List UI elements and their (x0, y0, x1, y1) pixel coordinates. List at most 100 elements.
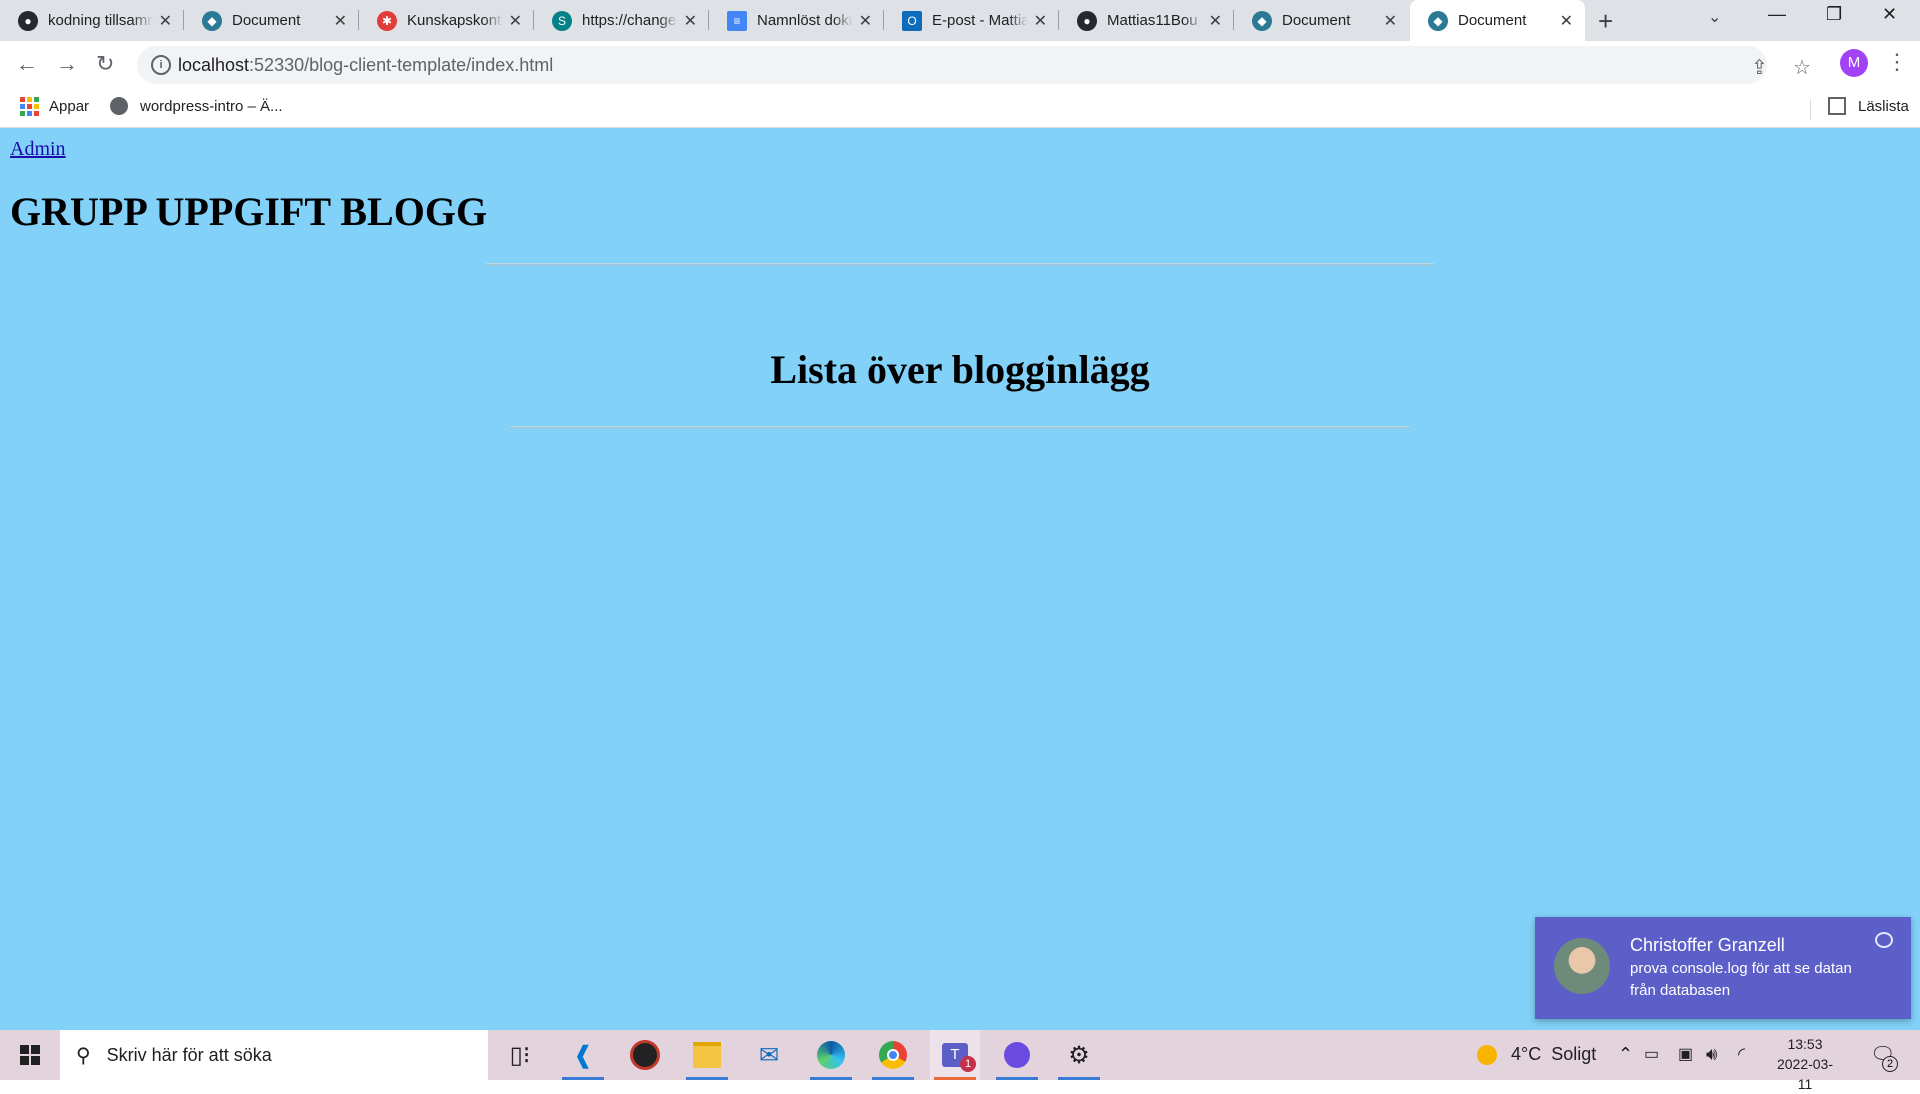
github-icon: ● (18, 10, 38, 31)
tab-label: Document (1282, 12, 1351, 29)
tab-label: Document (232, 12, 301, 29)
divider (510, 426, 1410, 429)
tab-kunskapskontroll[interactable]: ✱ Kunskapskontroll ✕ (359, 0, 534, 41)
tab-document-2[interactable]: ◆ Document ✕ (1234, 0, 1409, 41)
minimize-button[interactable]: — (1768, 4, 1786, 25)
edge-icon[interactable] (806, 1030, 856, 1080)
reload-button[interactable]: ↻ (96, 51, 114, 77)
meet-now-icon[interactable]: ▣ (1678, 1044, 1693, 1064)
forward-button[interactable]: → (56, 51, 78, 77)
profile-avatar[interactable]: M (1840, 49, 1868, 77)
close-icon[interactable]: ✕ (509, 11, 522, 31)
bookmark-label: wordpress-intro – Ä... (140, 97, 283, 115)
sharepoint-icon: S (552, 10, 572, 31)
chevron-down-icon[interactable]: ⌄ (1708, 7, 1721, 27)
tab-mattias11bou[interactable]: ● Mattias11Bou ✕ (1059, 0, 1234, 41)
search-icon: ⚲ (76, 1044, 91, 1067)
file-explorer-icon[interactable] (682, 1030, 732, 1080)
avatar (1554, 938, 1610, 994)
toast-message: prova console.log för att se datan från … (1630, 960, 1852, 999)
wifi-icon[interactable]: ◜ (1738, 1044, 1745, 1065)
close-window-button[interactable]: ✕ (1882, 4, 1897, 25)
toast-sender: Christoffer Granzell (1630, 935, 1785, 955)
vscode-live-icon: ◆ (202, 10, 222, 31)
url-path: :52330/blog-client-template/index.html (249, 55, 554, 75)
close-icon[interactable]: ✕ (334, 11, 347, 31)
divider (486, 263, 1434, 266)
app-moon-icon[interactable] (992, 1030, 1042, 1080)
tab-document-active[interactable]: ◆ Document ✕ (1410, 0, 1585, 41)
task-view-icon[interactable]: ▯⁝ (495, 1030, 545, 1080)
apps-grid-icon (20, 97, 39, 116)
page-content: Admin GRUPP UPPGIFT BLOGG Lista över blo… (0, 128, 1920, 1030)
tab-epost[interactable]: O E-post - Mattias ✕ (884, 0, 1059, 41)
tab-label: Mattias11Bou (1107, 12, 1198, 29)
windows-start-icon[interactable] (20, 1045, 40, 1065)
tab-label: https://change (582, 12, 677, 29)
weather-temp: 4°C (1511, 1044, 1542, 1064)
teams-icon[interactable]: T 1 (930, 1030, 980, 1080)
back-button[interactable]: ← (16, 51, 38, 77)
bookmark-star-icon[interactable]: ☆ (1793, 55, 1811, 80)
close-icon[interactable]: ✕ (1034, 11, 1047, 31)
tab-document-1[interactable]: ◆ Document ✕ (184, 0, 359, 41)
tab-label: Kunskapskontroll (407, 12, 503, 29)
weather-widget[interactable]: 4°C Soligt (1477, 1044, 1596, 1065)
reading-list-icon (1828, 97, 1846, 115)
close-icon[interactable]: ✕ (1209, 11, 1222, 31)
close-icon[interactable]: ✕ (1560, 11, 1573, 31)
clock-date: 2022-03-11 (1776, 1056, 1834, 1092)
address-bar[interactable]: i localhost:52330/blog-client-template/i… (137, 46, 1811, 84)
tab-kodning[interactable]: ● kodning tillsammans ✕ (0, 0, 184, 41)
vscode-live-icon: ◆ (1428, 10, 1448, 31)
close-icon[interactable]: ✕ (1384, 11, 1397, 31)
tab-strip: ● kodning tillsammans ✕ ◆ Document ✕ ✱ K… (0, 0, 1920, 41)
chrome-icon[interactable] (868, 1030, 918, 1080)
taskbar: ⚲ Skriv här för att söka ▯⁝ ❰ ✉ T 1 ⚙ 4°… (0, 1030, 1920, 1092)
tab-label: kodning tillsammans (48, 12, 153, 29)
tab-label: Document (1458, 12, 1527, 29)
bookmark-wordpress-intro[interactable]: wordpress-intro – Ä... (110, 97, 283, 115)
mail-icon[interactable]: ✉ (744, 1030, 794, 1080)
github-icon: ● (1077, 10, 1097, 31)
asus-app-icon[interactable] (620, 1030, 670, 1080)
system-clock[interactable]: 13:53 2022-03-11 (1770, 1034, 1840, 1094)
chat-icon[interactable] (1875, 932, 1893, 948)
weather-condition: Soligt (1551, 1044, 1597, 1064)
admin-link[interactable]: Admin (10, 138, 66, 161)
share-icon[interactable]: ⇪ (1751, 55, 1768, 80)
browser-toolbar: ← → ↻ i localhost:52330/blog-client-temp… (0, 41, 1920, 89)
vscode-icon[interactable]: ❰ (558, 1030, 608, 1080)
url-host: localhost (178, 55, 250, 75)
site-info-icon[interactable]: i (151, 55, 171, 75)
settings-gear-icon[interactable]: ⚙ (1054, 1030, 1104, 1080)
restore-button[interactable]: ❐ (1826, 4, 1842, 25)
reading-list-button[interactable]: Läslista (1828, 97, 1909, 115)
globe-icon (110, 97, 128, 115)
bookmark-apps[interactable]: Appar (20, 97, 89, 116)
google-docs-icon: ≡ (727, 10, 747, 31)
notification-count-badge: 2 (1882, 1056, 1898, 1072)
tab-label: Namnlöst dokument (757, 12, 853, 29)
url-text[interactable]: localhost:52330/blog-client-template/ind… (178, 55, 553, 76)
close-icon[interactable]: ✕ (684, 11, 697, 31)
reading-list-label: Läslista (1858, 97, 1909, 115)
bookmark-label: Appar (49, 98, 90, 115)
tab-namnlost-dokument[interactable]: ≡ Namnlöst dokument ✕ (709, 0, 884, 41)
menu-icon[interactable]: ⋮ (1886, 49, 1908, 75)
close-icon[interactable]: ✕ (859, 11, 872, 31)
clock-time: 13:53 (1787, 1036, 1823, 1052)
page-title: Lista över blogginlägg (770, 347, 1150, 392)
tab-change[interactable]: S https://change ✕ (534, 0, 709, 41)
volume-icon[interactable]: 🔊︎ (1706, 1044, 1717, 1065)
taskbar-search-input[interactable]: ⚲ Skriv här för att söka (60, 1030, 488, 1080)
sun-icon (1477, 1044, 1497, 1065)
asterisk-icon: ✱ (377, 10, 397, 31)
chevron-up-icon[interactable]: ⌃ (1618, 1044, 1633, 1065)
teams-badge: 1 (960, 1056, 976, 1072)
new-tab-button[interactable]: + (1598, 6, 1613, 37)
close-icon[interactable]: ✕ (159, 11, 172, 31)
teams-notification-toast[interactable]: Christoffer Granzell prova console.log f… (1535, 917, 1911, 1019)
battery-icon[interactable]: ▭ (1644, 1044, 1659, 1064)
outlook-icon: O (902, 10, 922, 31)
